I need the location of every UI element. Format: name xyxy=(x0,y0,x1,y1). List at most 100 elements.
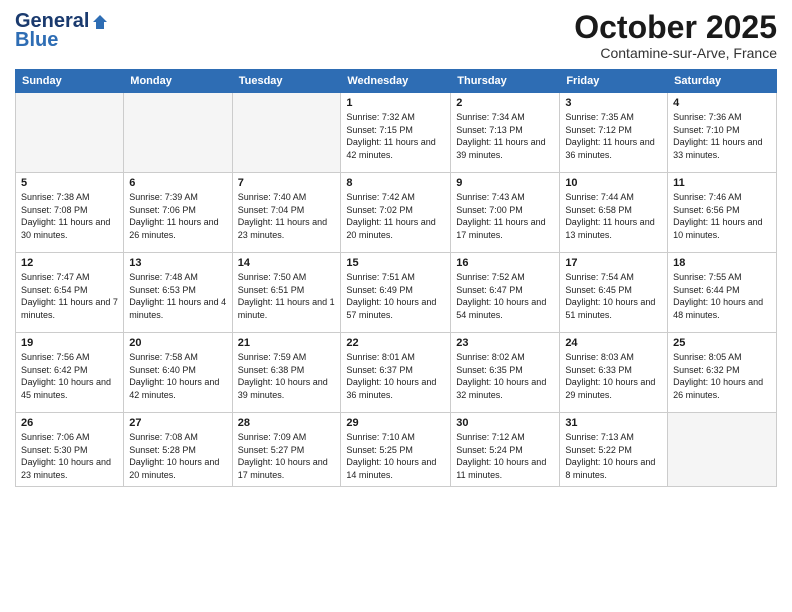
weekday-header-row: Sunday Monday Tuesday Wednesday Thursday… xyxy=(16,70,777,93)
table-row: 4Sunrise: 7:36 AM Sunset: 7:10 PM Daylig… xyxy=(668,93,777,173)
table-row xyxy=(232,93,341,173)
day-number: 16 xyxy=(456,257,554,269)
table-row: 13Sunrise: 7:48 AM Sunset: 6:53 PM Dayli… xyxy=(124,253,232,333)
header-sunday: Sunday xyxy=(16,70,124,93)
header-wednesday: Wednesday xyxy=(341,70,451,93)
table-row: 30 Sunrise: 7:12 AM Sunset: 5:24 PM Dayli… xyxy=(451,413,560,486)
day-info: Sunrise: 7:50 AM Sunset: 6:51 PM Dayligh… xyxy=(238,271,336,321)
day-number: 5 xyxy=(21,177,118,189)
day-info: Sunrise: 7:52 AM Sunset: 6:47 PM Dayligh… xyxy=(456,271,554,321)
day-number: 6 xyxy=(129,177,226,189)
day-number: 18 xyxy=(673,257,771,269)
day-number: 1 xyxy=(346,97,445,109)
day-info: Sunrise: 7:51 AM Sunset: 6:49 PM Dayligh… xyxy=(346,271,445,321)
day-info: Sunrise: 7:47 AM Sunset: 6:54 PM Dayligh… xyxy=(21,271,118,321)
day-info: Sunrise: 7:09 AM Sunset: 5:27 PM Dayligh… xyxy=(238,431,336,481)
calendar-table: Sunday Monday Tuesday Wednesday Thursday… xyxy=(15,69,777,486)
day-number: 20 xyxy=(129,337,226,349)
day-number: 29 xyxy=(346,417,445,429)
month-title: October 2025 xyxy=(574,10,777,45)
header-thursday: Thursday xyxy=(451,70,560,93)
page-container: General Blue October 2025 Contamine-sur-… xyxy=(0,0,792,497)
table-row xyxy=(124,93,232,173)
day-info: Sunrise: 7:44 AM Sunset: 6:58 PM Dayligh… xyxy=(565,191,662,241)
day-info: Sunrise: 7:35 AM Sunset: 7:12 PM Dayligh… xyxy=(565,111,662,161)
header-monday: Monday xyxy=(124,70,232,93)
day-number: 23 xyxy=(456,337,554,349)
table-row: 6 Sunrise: 7:39 AM Sunset: 7:06 PM Daylig… xyxy=(124,173,232,253)
day-info: Sunrise: 7:10 AM Sunset: 5:25 PM Dayligh… xyxy=(346,431,445,481)
table-row xyxy=(668,413,777,486)
day-number: 22 xyxy=(346,337,445,349)
day-info: Sunrise: 7:58 AM Sunset: 6:40 PM Dayligh… xyxy=(129,351,226,401)
table-row: 5 Sunrise: 7:38 AM Sunset: 7:08 PM Daylig… xyxy=(16,173,124,253)
logo-blue: Blue xyxy=(15,29,58,52)
table-row: 1 Sunrise: 7:32 AM Sunset: 7:15 PM Daylig… xyxy=(341,93,451,173)
day-info: Sunrise: 7:43 AM Sunset: 7:00 PM Dayligh… xyxy=(456,191,554,241)
table-row xyxy=(16,93,124,173)
table-row: 22 Sunrise: 8:01 AM Sunset: 6:37 PM Dayli… xyxy=(341,333,451,413)
day-number: 26 xyxy=(21,417,118,429)
table-row: 24Sunrise: 8:03 AM Sunset: 6:33 PM Dayli… xyxy=(560,333,668,413)
day-info: Sunrise: 8:05 AM Sunset: 6:32 PM Dayligh… xyxy=(673,351,771,401)
header: General Blue October 2025 Contamine-sur-… xyxy=(15,10,777,61)
table-row: 2 Sunrise: 7:34 AM Sunset: 7:13 PM Daylig… xyxy=(451,93,560,173)
table-row: 29 Sunrise: 7:10 AM Sunset: 5:25 PM Dayli… xyxy=(341,413,451,486)
table-row: 16 Sunrise: 7:52 AM Sunset: 6:47 PM Dayli… xyxy=(451,253,560,333)
logo-icon xyxy=(91,13,109,31)
day-info: Sunrise: 7:54 AM Sunset: 6:45 PM Dayligh… xyxy=(565,271,662,321)
title-block: October 2025 Contamine-sur-Arve, France xyxy=(574,10,777,61)
header-tuesday: Tuesday xyxy=(232,70,341,93)
day-number: 25 xyxy=(673,337,771,349)
day-info: Sunrise: 7:42 AM Sunset: 7:02 PM Dayligh… xyxy=(346,191,445,241)
day-number: 3 xyxy=(565,97,662,109)
table-row: 21 Sunrise: 7:59 AM Sunset: 6:38 PM Dayli… xyxy=(232,333,341,413)
day-number: 2 xyxy=(456,97,554,109)
header-saturday: Saturday xyxy=(668,70,777,93)
day-number: 21 xyxy=(238,337,336,349)
table-row: 28 Sunrise: 7:09 AM Sunset: 5:27 PM Dayli… xyxy=(232,413,341,486)
table-row: 8Sunrise: 7:42 AM Sunset: 7:02 PM Daylig… xyxy=(341,173,451,253)
day-info: Sunrise: 7:13 AM Sunset: 5:22 PM Dayligh… xyxy=(565,431,662,481)
table-row: 18 Sunrise: 7:55 AM Sunset: 6:44 PM Dayli… xyxy=(668,253,777,333)
day-number: 11 xyxy=(673,177,771,189)
day-info: Sunrise: 7:08 AM Sunset: 5:28 PM Dayligh… xyxy=(129,431,226,481)
table-row: 12Sunrise: 7:47 AM Sunset: 6:54 PM Dayli… xyxy=(16,253,124,333)
day-info: Sunrise: 7:56 AM Sunset: 6:42 PM Dayligh… xyxy=(21,351,118,401)
day-info: Sunrise: 7:32 AM Sunset: 7:15 PM Dayligh… xyxy=(346,111,445,161)
header-friday: Friday xyxy=(560,70,668,93)
table-row: 11Sunrise: 7:46 AM Sunset: 6:56 PM Dayli… xyxy=(668,173,777,253)
day-info: Sunrise: 7:34 AM Sunset: 7:13 PM Dayligh… xyxy=(456,111,554,161)
day-number: 28 xyxy=(238,417,336,429)
table-row: 7 Sunrise: 7:40 AM Sunset: 7:04 PM Daylig… xyxy=(232,173,341,253)
table-row: 26 Sunrise: 7:06 AM Sunset: 5:30 PM Dayli… xyxy=(16,413,124,486)
logo: General Blue xyxy=(15,10,109,52)
day-info: Sunrise: 8:02 AM Sunset: 6:35 PM Dayligh… xyxy=(456,351,554,401)
table-row: 3 Sunrise: 7:35 AM Sunset: 7:12 PM Daylig… xyxy=(560,93,668,173)
table-row: 27Sunrise: 7:08 AM Sunset: 5:28 PM Dayli… xyxy=(124,413,232,486)
day-number: 30 xyxy=(456,417,554,429)
day-info: Sunrise: 7:12 AM Sunset: 5:24 PM Dayligh… xyxy=(456,431,554,481)
day-number: 15 xyxy=(346,257,445,269)
day-info: Sunrise: 7:59 AM Sunset: 6:38 PM Dayligh… xyxy=(238,351,336,401)
table-row: 31 Sunrise: 7:13 AM Sunset: 5:22 PM Dayli… xyxy=(560,413,668,486)
day-info: Sunrise: 7:55 AM Sunset: 6:44 PM Dayligh… xyxy=(673,271,771,321)
day-number: 13 xyxy=(129,257,226,269)
table-row: 20 Sunrise: 7:58 AM Sunset: 6:40 PM Dayli… xyxy=(124,333,232,413)
table-row: 14 Sunrise: 7:50 AM Sunset: 6:51 PM Dayli… xyxy=(232,253,341,333)
day-number: 7 xyxy=(238,177,336,189)
day-number: 10 xyxy=(565,177,662,189)
day-info: Sunrise: 7:38 AM Sunset: 7:08 PM Dayligh… xyxy=(21,191,118,241)
table-row: 25 Sunrise: 8:05 AM Sunset: 6:32 PM Dayli… xyxy=(668,333,777,413)
day-number: 17 xyxy=(565,257,662,269)
table-row: 17 Sunrise: 7:54 AM Sunset: 6:45 PM Dayli… xyxy=(560,253,668,333)
day-info: Sunrise: 7:39 AM Sunset: 7:06 PM Dayligh… xyxy=(129,191,226,241)
day-info: Sunrise: 8:01 AM Sunset: 6:37 PM Dayligh… xyxy=(346,351,445,401)
day-info: Sunrise: 7:40 AM Sunset: 7:04 PM Dayligh… xyxy=(238,191,336,241)
location-subtitle: Contamine-sur-Arve, France xyxy=(574,45,777,61)
table-row: 15 Sunrise: 7:51 AM Sunset: 6:49 PM Dayli… xyxy=(341,253,451,333)
day-number: 14 xyxy=(238,257,336,269)
day-number: 24 xyxy=(565,337,662,349)
day-info: Sunrise: 7:06 AM Sunset: 5:30 PM Dayligh… xyxy=(21,431,118,481)
day-number: 31 xyxy=(565,417,662,429)
